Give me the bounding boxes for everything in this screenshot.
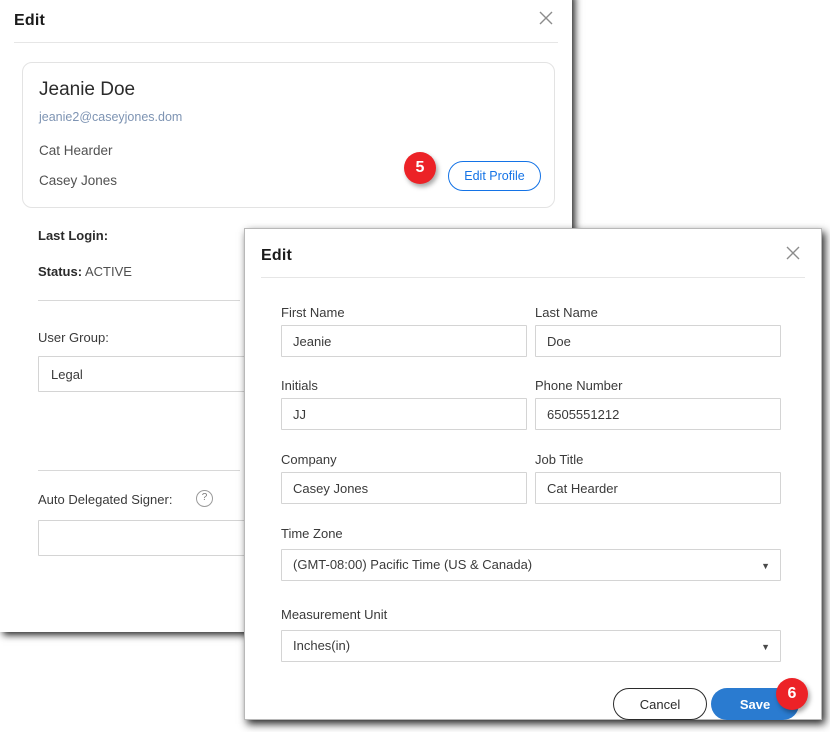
- close-icon[interactable]: [781, 241, 805, 265]
- job-title-label: Job Title: [535, 452, 584, 467]
- last-login-row: Last Login:: [38, 228, 108, 243]
- back-dialog-header: Edit: [14, 0, 558, 43]
- chevron-down-icon: ▼: [761, 561, 770, 571]
- front-dialog-title: Edit: [261, 247, 293, 264]
- auto-delegated-signer-label: Auto Delegated Signer:: [38, 492, 173, 507]
- time-zone-select[interactable]: (GMT-08:00) Pacific Time (US & Canada) ▼: [281, 549, 781, 581]
- first-name-label: First Name: [281, 305, 345, 320]
- company-label: Company: [281, 452, 337, 467]
- divider: [38, 470, 240, 471]
- initials-label: Initials: [281, 378, 318, 393]
- profile-card: Jeanie Doe jeanie2@caseyjones.dom Cat He…: [22, 62, 555, 208]
- user-group-label: User Group:: [38, 330, 109, 345]
- auto-delegated-signer-input[interactable]: [38, 520, 268, 556]
- job-title-input[interactable]: [535, 472, 781, 504]
- profile-email: jeanie2@caseyjones.dom: [39, 110, 183, 124]
- edit-profile-button[interactable]: Edit Profile: [448, 161, 541, 191]
- company-input[interactable]: [281, 472, 527, 504]
- status-value: ACTIVE: [84, 264, 132, 279]
- last-name-label: Last Name: [535, 305, 598, 320]
- callout-badge-6: 6: [776, 678, 808, 710]
- callout-badge-5: 5: [404, 152, 436, 184]
- measurement-unit-select[interactable]: Inches(in) ▼: [281, 630, 781, 662]
- last-name-input[interactable]: [535, 325, 781, 357]
- close-icon[interactable]: [534, 6, 558, 30]
- profile-name: Jeanie Doe: [39, 79, 136, 100]
- edit-profile-dialog: Edit First Name Last Name Initials Phone…: [244, 228, 822, 720]
- divider: [38, 300, 240, 301]
- help-circle-icon[interactable]: ?: [196, 490, 213, 507]
- profile-job-title: Cat Hearder: [39, 143, 113, 158]
- phone-number-input[interactable]: [535, 398, 781, 430]
- measurement-unit-label: Measurement Unit: [281, 607, 388, 622]
- phone-number-label: Phone Number: [535, 378, 623, 393]
- first-name-input[interactable]: [281, 325, 527, 357]
- status-row: Status: ACTIVE: [38, 264, 132, 279]
- back-dialog-title: Edit: [14, 12, 46, 29]
- measurement-unit-selected-value: Inches(in): [293, 638, 351, 653]
- chevron-down-icon: ▼: [761, 642, 770, 652]
- time-zone-label: Time Zone: [281, 526, 343, 541]
- initials-input[interactable]: [281, 398, 527, 430]
- user-group-input[interactable]: [38, 356, 268, 392]
- time-zone-selected-value: (GMT-08:00) Pacific Time (US & Canada): [293, 557, 533, 572]
- status-label: Status:: [38, 264, 83, 279]
- cancel-button[interactable]: Cancel: [613, 688, 707, 720]
- profile-company: Casey Jones: [39, 173, 118, 188]
- front-dialog-header: Edit: [261, 229, 805, 278]
- last-login-label: Last Login:: [38, 228, 109, 243]
